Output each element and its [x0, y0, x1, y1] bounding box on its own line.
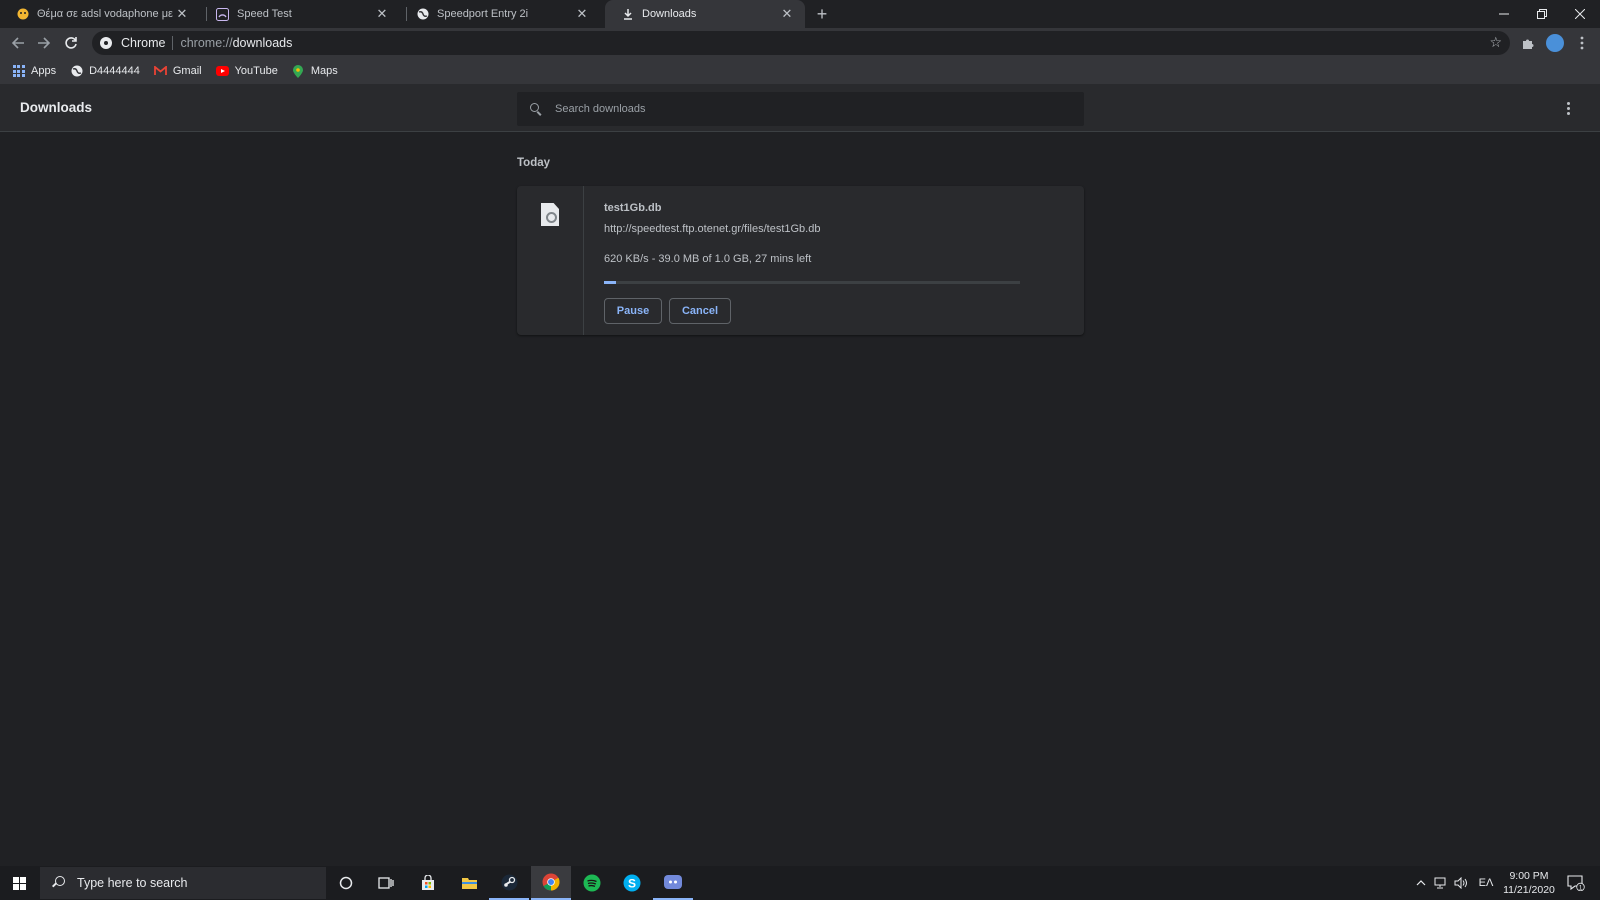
download-progress-fill [604, 281, 617, 284]
cancel-button[interactable]: Cancel [669, 298, 731, 324]
search-icon [51, 876, 65, 890]
chrome-icon [100, 37, 112, 49]
notifications-icon[interactable]: 1 [1563, 866, 1589, 900]
bookmark-label: Gmail [172, 65, 202, 77]
search-icon [529, 102, 543, 116]
page-title: Downloads [20, 100, 93, 115]
site-chip-label: Chrome [121, 36, 166, 50]
bookmarks-bar: Apps D4444444 Gmail YouTube Maps [0, 58, 1600, 84]
extensions-puzzle-icon[interactable] [1517, 32, 1539, 54]
tab-title: Speedport Entry 2i [437, 8, 529, 20]
download-icon [621, 8, 634, 21]
bookmark-gmail[interactable]: Gmail [153, 65, 202, 78]
tab-strip: Θέμα σε adsl vodaphone με dow ✕ Speed Te… [0, 0, 1600, 28]
bookmark-apps[interactable]: Apps [12, 65, 56, 78]
spotify-icon[interactable] [572, 866, 612, 900]
clock-date: 11/21/2020 [1503, 884, 1555, 896]
bookmark-star-icon[interactable]: ☆ [1489, 34, 1502, 51]
network-icon[interactable] [1432, 866, 1450, 900]
close-tab-icon[interactable]: ✕ [174, 6, 190, 22]
cortana-icon[interactable] [326, 866, 366, 900]
store-icon[interactable] [408, 866, 448, 900]
date-section-label: Today [517, 157, 551, 169]
site-chip[interactable]: Chrome [92, 36, 165, 50]
discord-icon[interactable] [653, 866, 693, 900]
tab-speedport[interactable]: Speedport Entry 2i ✕ [400, 0, 600, 28]
speedtest-favicon-icon [216, 7, 229, 21]
close-window-button[interactable] [1561, 0, 1599, 28]
bookmark-label: Maps [310, 65, 338, 77]
taskbar-search-placeholder: Type here to search [77, 876, 188, 890]
globe-icon [416, 8, 429, 21]
bookmark-d4444444[interactable]: D4444444 [70, 65, 140, 78]
search-placeholder: Search downloads [555, 103, 646, 115]
input-language-indicator[interactable]: ΕΛ [1476, 866, 1496, 900]
tab-title: Downloads [642, 8, 697, 20]
show-hidden-icons-chevron-icon[interactable] [1412, 866, 1430, 900]
file-explorer-icon[interactable] [449, 866, 489, 900]
windows-taskbar: Type here to search S ΕΛ 9:00 PM 11/21/2… [0, 866, 1600, 900]
bookmark-label: YouTube [234, 65, 278, 77]
start-button[interactable] [0, 866, 38, 900]
address-divider [172, 36, 174, 50]
volume-icon[interactable] [1452, 866, 1470, 900]
task-view-icon[interactable] [366, 866, 406, 900]
download-item-card: test1Gb.db http://speedtest.ftp.otenet.g… [517, 186, 1084, 335]
close-tab-icon[interactable]: ✕ [374, 6, 390, 22]
bookmark-youtube[interactable]: YouTube [215, 65, 278, 78]
forward-arrow-icon[interactable] [33, 32, 55, 54]
svg-text:S: S [628, 877, 636, 891]
youtube-icon [215, 65, 229, 78]
taskbar-search-box[interactable]: Type here to search [40, 867, 326, 899]
apps-icon [12, 65, 25, 78]
new-tab-button[interactable]: + [812, 4, 832, 24]
url-scheme: chrome:// [180, 36, 233, 50]
file-icon-column [517, 186, 584, 335]
skype-icon[interactable]: S [612, 866, 652, 900]
maps-icon [292, 64, 305, 78]
bookmark-maps[interactable]: Maps [292, 64, 338, 78]
close-tab-icon[interactable]: ✕ [779, 6, 795, 22]
tab-downloads[interactable]: Downloads ✕ [605, 0, 805, 28]
more-actions-icon[interactable] [1560, 100, 1576, 116]
url-path: downloads [232, 36, 293, 50]
download-status: 620 KB/s - 39.0 MB of 1.0 GB, 27 mins le… [604, 253, 812, 265]
forum-favicon-icon [16, 8, 29, 21]
tab-title: Θέμα σε adsl vodaphone με dow [37, 8, 174, 20]
windows-logo-icon [12, 876, 26, 890]
chrome-menu-icon[interactable] [1571, 32, 1593, 54]
download-progress-bar [604, 281, 1020, 284]
bookmark-label: Apps [31, 65, 57, 77]
tab-forum[interactable]: Θέμα σε adsl vodaphone με dow ✕ [0, 0, 200, 28]
bookmark-label: D4444444 [89, 65, 140, 77]
pause-button[interactable]: Pause [604, 298, 662, 324]
steam-icon[interactable] [489, 866, 529, 900]
chrome-taskbar-icon[interactable] [531, 866, 571, 900]
tab-title: Speed Test [237, 8, 292, 20]
search-downloads-input[interactable]: Search downloads [517, 92, 1084, 126]
browser-toolbar: Chrome chrome:// downloads ☆ [0, 28, 1600, 58]
minimize-button[interactable] [1485, 0, 1523, 28]
system-clock[interactable]: 9:00 PM 11/21/2020 [1500, 869, 1558, 897]
gmail-icon [153, 65, 167, 78]
address-bar[interactable]: Chrome chrome:// downloads ☆ [92, 31, 1510, 55]
download-url[interactable]: http://speedtest.ftp.otenet.gr/files/tes… [604, 223, 820, 235]
downloads-header: Downloads Search downloads [0, 84, 1600, 132]
reload-icon[interactable] [60, 32, 82, 54]
globe-icon [70, 65, 83, 78]
file-type-icon [541, 203, 559, 226]
restore-button[interactable] [1523, 0, 1561, 28]
download-filename[interactable]: test1Gb.db [604, 202, 661, 214]
clock-time: 9:00 PM [1509, 870, 1549, 882]
profile-avatar[interactable] [1546, 34, 1564, 52]
back-arrow-icon[interactable] [7, 32, 29, 54]
tab-speed-test[interactable]: Speed Test ✕ [200, 0, 400, 28]
close-tab-icon[interactable]: ✕ [574, 6, 590, 22]
